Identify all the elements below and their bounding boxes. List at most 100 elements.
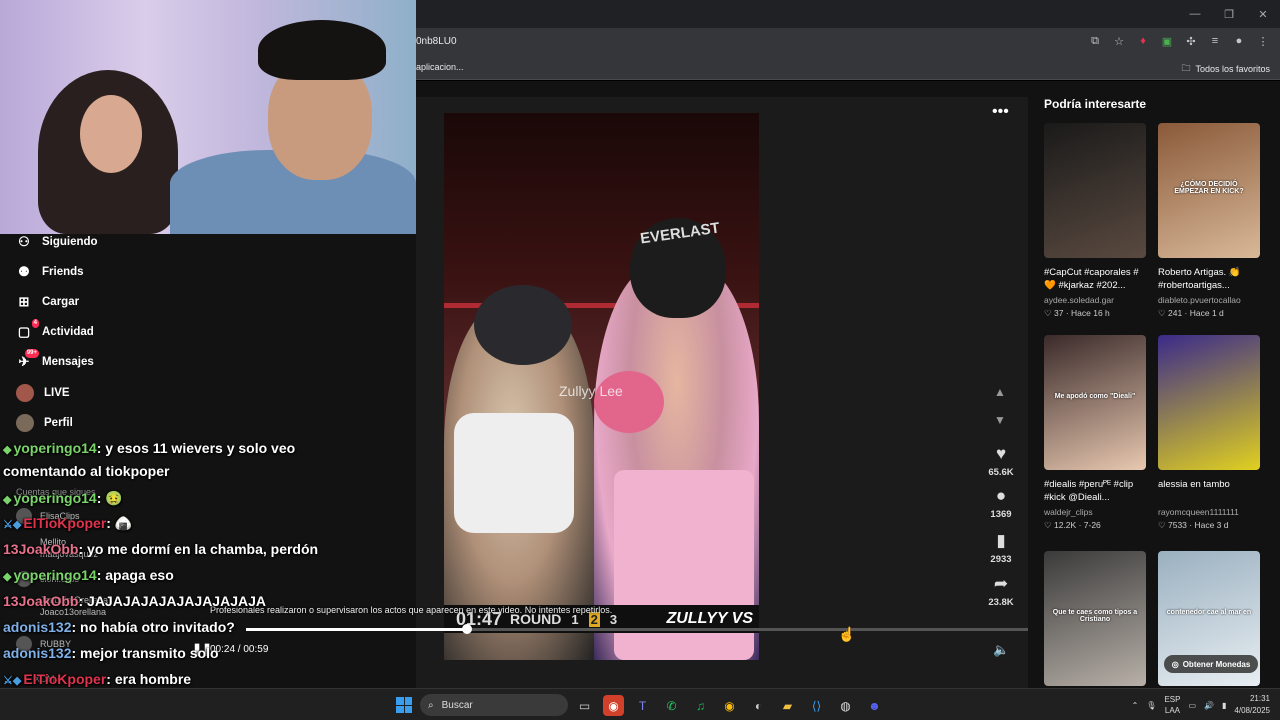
previous-video-icon[interactable]: ▲ [994,385,1006,399]
profile-avatar-icon[interactable]: ● [1232,34,1246,48]
chat-message: ◆ yoperingo14: 🤢 [3,490,123,507]
keyboard-layout: LAA [1164,706,1181,715]
streamer-hair [258,20,386,80]
webcam-overlay [0,0,416,234]
spotify-icon[interactable]: ♫ [690,695,711,716]
taskbar-search[interactable]: ⌕ Buscar [420,694,568,716]
video-frame[interactable]: EVERLAST Zullyy Lee 01:47 ROUND 1 2 3 ZU… [444,113,759,660]
safety-disclaimer: Profesionales realizaron o supervisaron … [210,605,613,615]
all-bookmarks-label: Todos los favoritos [1195,64,1270,74]
windows-start-icon[interactable] [396,697,412,713]
suggestion-card[interactable]: alessia en tambo rayomcqueen1111111 ♡ 7533… [1158,335,1260,531]
next-video-icon[interactable]: ▼ [994,413,1006,427]
friends-icon: ⚉ [18,264,30,279]
comment-button[interactable]: ● 1369 [978,486,1024,520]
get-coins-button[interactable]: ◎ Obtener Monedas [1164,655,1258,673]
progress-bar[interactable] [246,624,1028,634]
sidebar-item-perfil[interactable]: Perfil [16,414,73,432]
get-coins-label: Obtener Monedas [1182,659,1251,669]
chat-text: : era hombre [106,671,192,687]
chat-text: : JAJAJAJAJAJAJAJAJAJA [78,593,267,609]
messages-badge: 99+ [24,349,39,358]
suggestion-card[interactable]: Que te caes como tipos a Cristiano [1044,551,1146,686]
sidebar-item-label: LIVE [44,387,70,399]
cast-icon[interactable]: ⧉ [1088,34,1102,48]
suggestion-author[interactable]: rayomcqueen1111111 [1158,507,1260,517]
suggestion-title[interactable]: #CapCut #caporales #🧡 #kjarkaz #202... [1044,266,1146,292]
file-explorer-icon[interactable]: ▰ [777,695,798,716]
share-button[interactable]: ➦ 23.8K [978,574,1024,608]
chat-message: 13JoakObb: JAJAJAJAJAJAJAJAJAJA [3,593,266,609]
whatsapp-icon[interactable]: ✆ [661,695,682,716]
chat-message: adonis132: mejor transmito solo [3,645,219,661]
suggestion-thumbnail[interactable] [1044,123,1146,258]
url-field[interactable]: 0nb8LU0 [416,36,457,47]
save-button[interactable]: ▮ 2933 [978,531,1024,565]
chat-username: yoperingo14 [13,440,97,456]
teams-icon[interactable]: T [632,695,653,716]
share-count: 23.8K [988,597,1014,608]
extension-red-icon[interactable]: ♦ [1136,34,1150,48]
suggestion-title[interactable]: alessia en tambo [1158,478,1260,504]
clock-date: 4/08/2025 [1234,706,1270,715]
extensions-puzzle-icon[interactable]: ✣ [1184,34,1198,48]
task-view-icon[interactable]: ▭ [574,695,595,716]
chevron-up-icon[interactable]: ⌃ [1132,701,1139,710]
suggestion-meta: ♡ 37 · Hace 16 h [1044,308,1146,319]
suggestion-thumbnail[interactable]: Que te caes como tipos a Cristiano [1044,551,1146,686]
suggestion-thumbnail[interactable] [1158,335,1260,470]
sidebar-item-friends[interactable]: ⚉ Friends [16,264,83,280]
suggestion-thumbnail[interactable]: Me apodó como "Dieali" [1044,335,1146,470]
network-icon[interactable]: ▭ [1188,701,1196,710]
bookmark-item[interactable]: aplicacion... [416,62,464,72]
suggestion-thumbnail[interactable]: ¿CÓMO DECIDIÓ EMPEZAR EN KICK? [1158,123,1260,258]
suggestion-time: Hace 3 d [1194,520,1229,530]
suggestion-title[interactable]: #diealis #peruᴾᴱ #clip #kick @Dieali... [1044,478,1146,504]
clock[interactable]: 21:31 4/08/2025 [1234,693,1270,717]
obs-icon[interactable]: ◍ [835,695,856,716]
clock-time: 21:31 [1249,694,1270,703]
minimize-icon[interactable]: — [1178,0,1212,28]
browser-menu-icon[interactable]: ⋮ [1256,34,1270,48]
sidebar-item-cargar[interactable]: ⊞ Cargar [16,294,80,310]
sidebar-item-actividad[interactable]: ▢ 4 Actividad [16,319,94,340]
suggestion-card[interactable]: ¿CÓMO DECIDIÓ EMPEZAR EN KICK? Roberto Ar… [1158,123,1260,319]
chat-message: comentando al tiokpoper [3,463,169,479]
suggestion-likes: 12.2K [1053,520,1077,530]
notification-badge: 4 [31,319,39,328]
close-icon[interactable]: ✕ [1246,0,1280,28]
suggestion-time: Hace 16 h [1071,308,1110,318]
all-bookmarks[interactable]: 🗀 Todos los favoritos [1181,61,1270,77]
battery-icon[interactable]: ▮ [1222,701,1226,710]
extension-green-icon[interactable]: ▣ [1160,34,1174,48]
restore-icon[interactable]: ❐ [1212,0,1246,28]
screen: — ❐ ✕ 0nb8LU0 ⧉ ☆ ♦ ▣ ✣ ≡ ● ⋮ aplicacion… [0,0,1280,720]
suggestion-author[interactable]: aydee.soledad.gar [1044,295,1146,305]
suggestion-time: 7-26 [1083,520,1101,530]
language-indicator[interactable]: ESP LAA [1164,694,1180,716]
microphone-icon[interactable]: 🎙 [1146,701,1156,710]
suggestion-author[interactable]: waldejr_clips [1044,507,1146,517]
chat-message: ◆ yoperingo14: y esos 11 wievers y solo v… [3,440,295,456]
suggestion-meta: ♡ 241 · Hace 1 d [1158,308,1260,319]
chrome-icon[interactable]: ◉ [719,695,740,716]
suggestion-author[interactable]: diableto.pvuertocallao [1158,295,1260,305]
browser-alt-icon[interactable]: ◐ [748,695,769,716]
chat-username: ElTioKpoper [23,671,107,687]
like-button[interactable]: ♥ 65.6K [978,444,1024,478]
media-controls-icon[interactable]: ≡ [1208,34,1222,48]
sidebar-item-siguiendo[interactable]: ⚇ Siguiendo [16,234,97,250]
discord-icon[interactable]: ☻ [864,695,885,716]
volume-icon[interactable]: 🔈 [993,642,1009,658]
suggestion-title[interactable]: Roberto Artigas. 👏 #robertoartigas... [1158,266,1260,292]
vscode-icon[interactable]: ⟨⟩ [806,695,827,716]
sidebar-item-mensajes[interactable]: ✈ 99+ Mensajes [16,349,94,370]
suggestion-card[interactable]: #CapCut #caporales #🧡 #kjarkaz #202... ay… [1044,123,1146,319]
suggestion-card[interactable]: Me apodó como "Dieali" #diealis #peruᴾᴱ #… [1044,335,1146,531]
bookmark-star-icon[interactable]: ☆ [1112,34,1126,48]
sidebar-item-live[interactable]: LIVE [16,384,70,402]
speaker-icon[interactable]: 🔊 [1204,701,1214,710]
more-options-icon[interactable]: ••• [992,103,1009,121]
chat-badge-icon: ⚔◆ [3,519,22,531]
app-red-icon[interactable]: ◉ [603,695,624,716]
